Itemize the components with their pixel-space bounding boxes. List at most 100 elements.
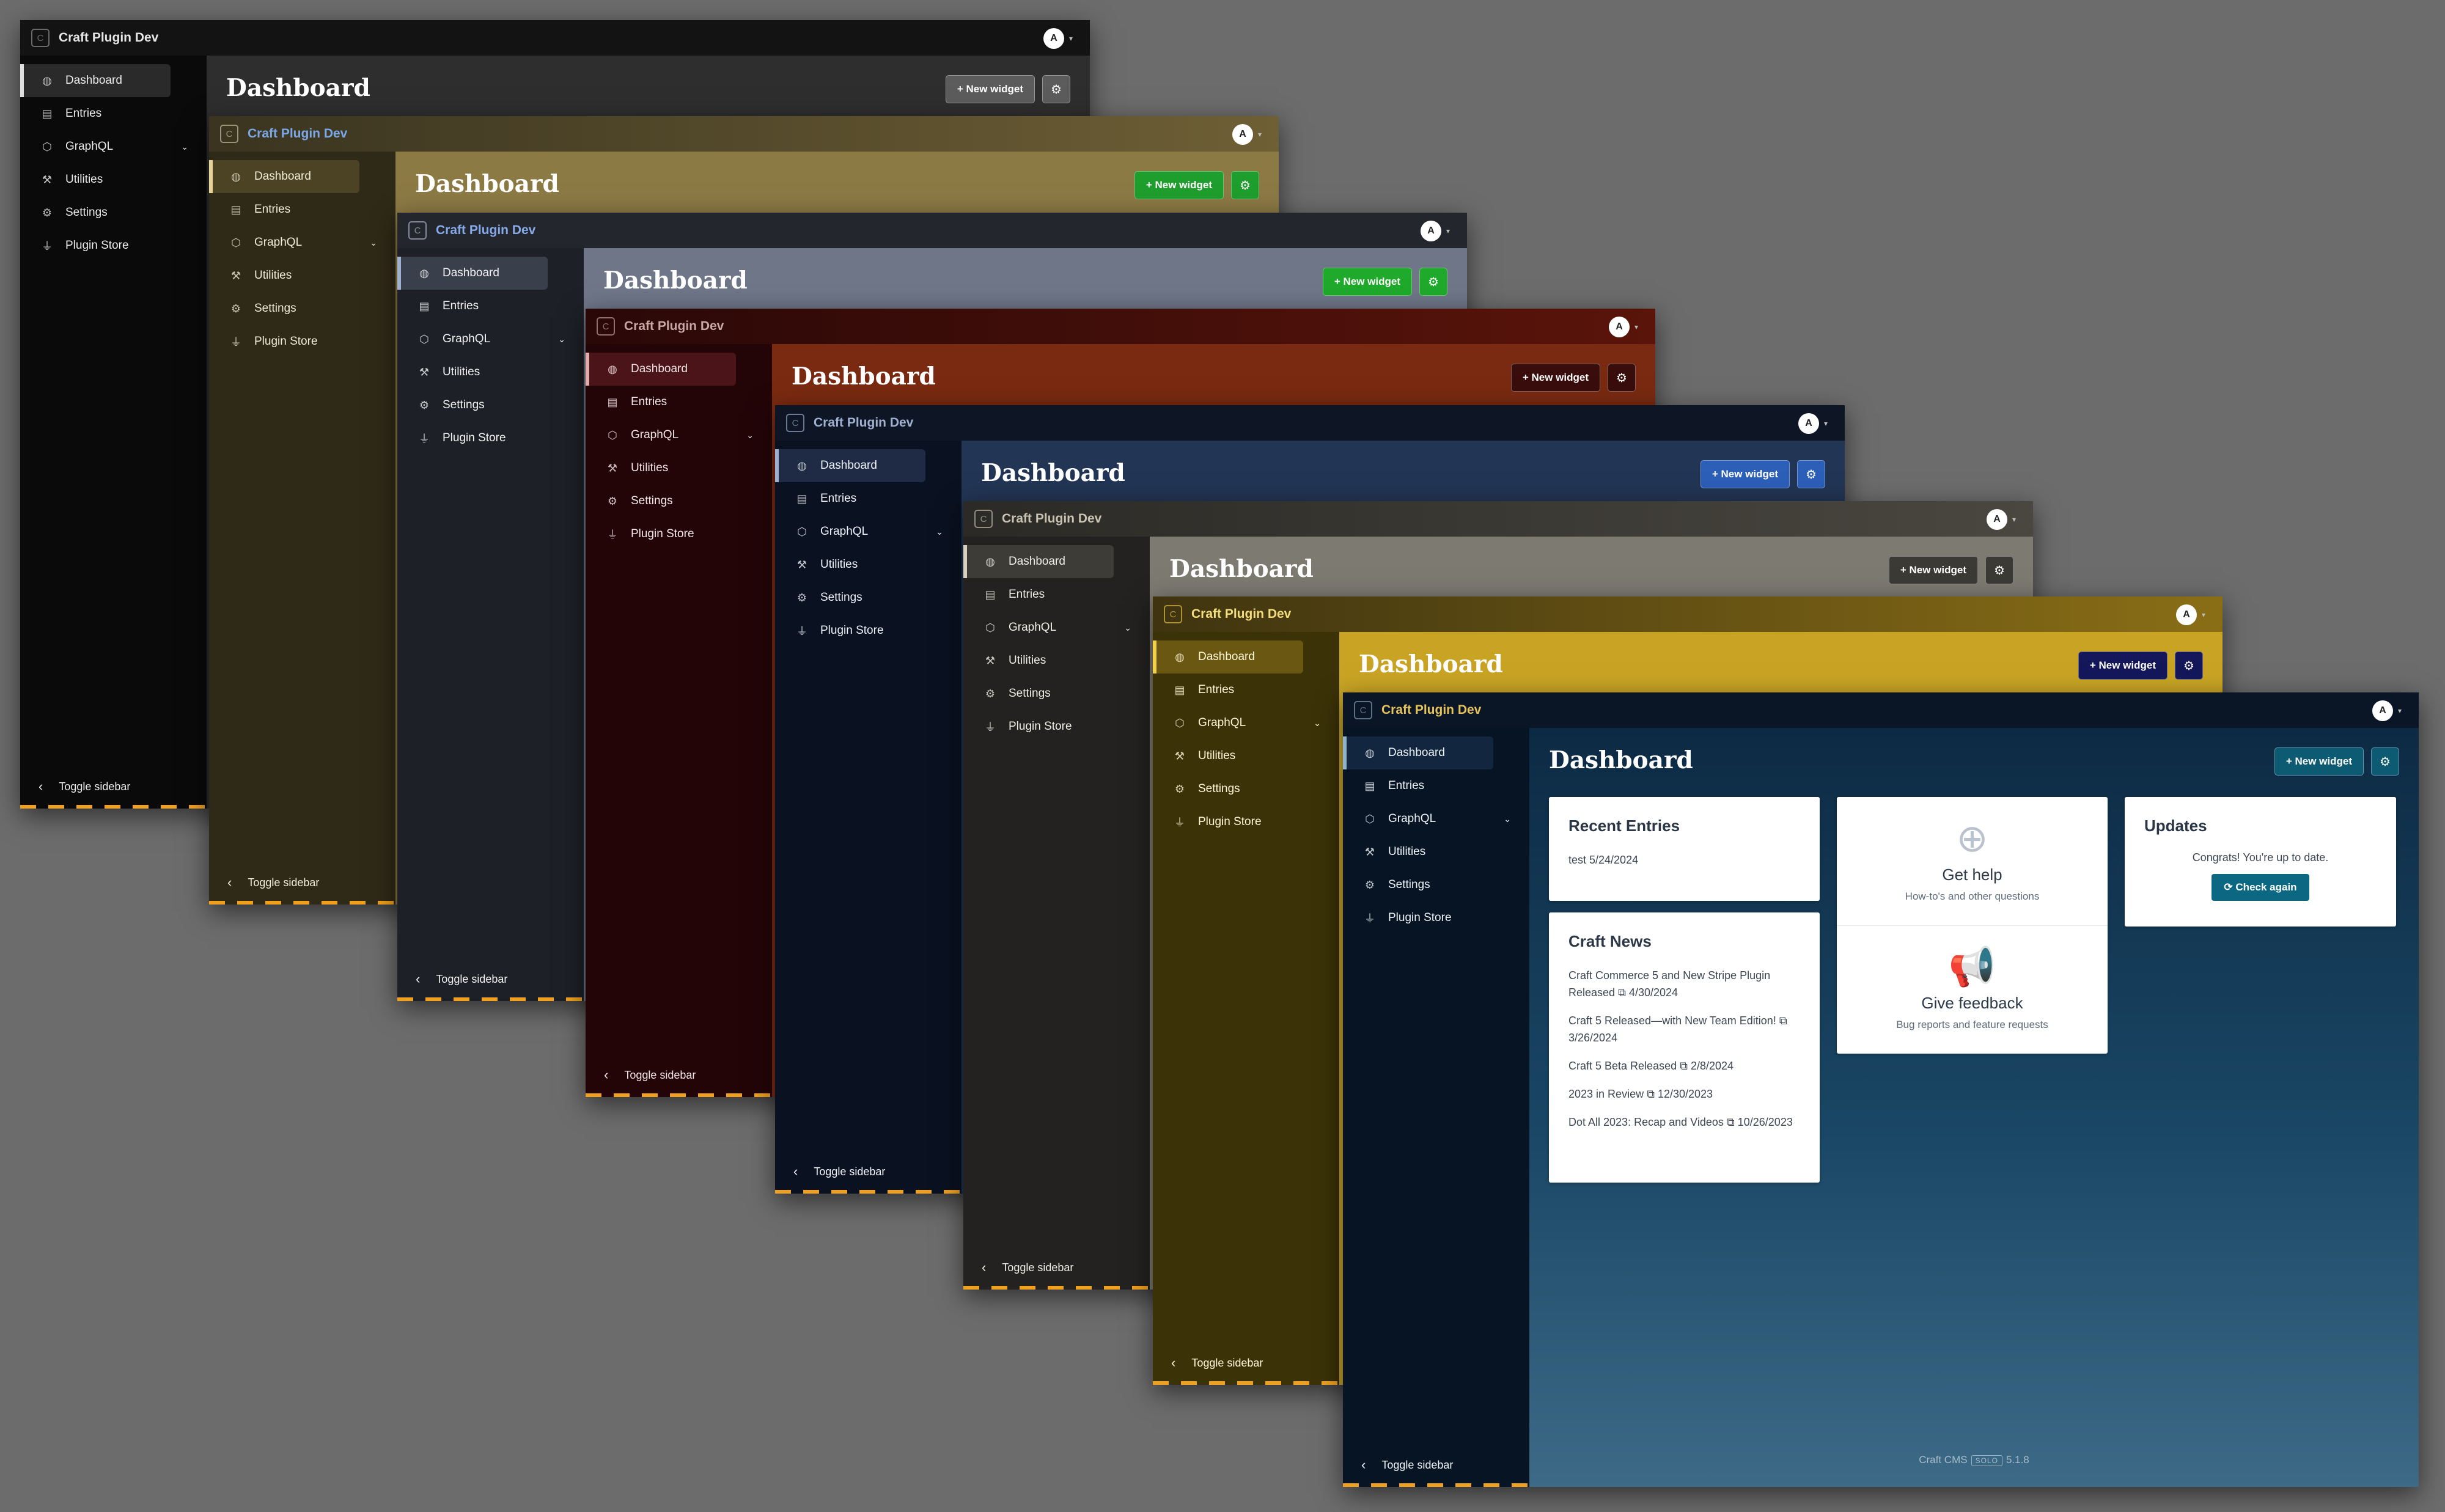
account-menu[interactable]: A ▾ [2175, 604, 2205, 625]
sidebar-item-dashboard[interactable]: ◍ Dashboard [1153, 640, 1303, 673]
toggle-sidebar-button[interactable]: ‹ Toggle sidebar [775, 1159, 961, 1184]
site-brand[interactable]: C Craft Plugin Dev [775, 405, 961, 441]
sidebar-item-utilities[interactable]: ⚒ Utilities [397, 356, 584, 389]
sidebar-item-settings[interactable]: ⚙ Settings [209, 292, 395, 325]
sidebar-item-plugin-store[interactable]: ⏚ Plugin Store [397, 422, 584, 455]
news-item[interactable]: Craft Commerce 5 and New Stripe Plugin R… [1568, 967, 1800, 1001]
sidebar-item-graphql[interactable]: ⬡ GraphQL ⌄ [963, 611, 1150, 644]
new-widget-button[interactable]: + New widget [2078, 651, 2167, 680]
sidebar-item-dashboard[interactable]: ◍ Dashboard [209, 160, 359, 193]
sidebar-item-utilities[interactable]: ⚒ Utilities [1343, 835, 1529, 868]
sidebar-item-graphql[interactable]: ⬡ GraphQL ⌄ [586, 419, 772, 452]
sidebar-item-graphql[interactable]: ⬡ GraphQL ⌄ [775, 515, 961, 548]
new-widget-button[interactable]: + New widget [1134, 171, 1224, 199]
site-brand[interactable]: C Craft Plugin Dev [20, 20, 207, 56]
site-brand[interactable]: C Craft Plugin Dev [397, 213, 584, 248]
toggle-sidebar-button[interactable]: ‹ Toggle sidebar [586, 1063, 772, 1087]
chevron-down-icon[interactable]: ⌄ [1314, 718, 1321, 728]
sidebar-item-graphql[interactable]: ⬡ GraphQL ⌄ [397, 323, 584, 356]
dashboard-settings-button[interactable]: ⚙ [1985, 556, 2013, 584]
sidebar-item-entries[interactable]: ▤ Entries [20, 97, 207, 130]
new-widget-button[interactable]: + New widget [1700, 460, 1790, 488]
sidebar-item-entries[interactable]: ▤ Entries [963, 578, 1150, 611]
sidebar-item-plugin-store[interactable]: ⏚ Plugin Store [775, 614, 961, 647]
new-widget-button[interactable]: + New widget [945, 75, 1035, 103]
dashboard-settings-button[interactable]: ⚙ [1608, 364, 1636, 392]
sidebar-item-plugin-store[interactable]: ⏚ Plugin Store [1153, 806, 1339, 839]
news-item[interactable]: Dot All 2023: Recap and Videos ⧉ 10/26/2… [1568, 1114, 1800, 1131]
sidebar-item-graphql[interactable]: ⬡ GraphQL ⌄ [209, 226, 395, 259]
new-widget-button[interactable]: + New widget [1510, 364, 1600, 392]
new-widget-button[interactable]: + New widget [1322, 268, 1412, 296]
news-item[interactable]: 2023 in Review ⧉ 12/30/2023 [1568, 1085, 1800, 1103]
dashboard-settings-button[interactable]: ⚙ [2371, 747, 2399, 776]
sidebar-item-settings[interactable]: ⚙ Settings [586, 485, 772, 518]
sidebar-item-utilities[interactable]: ⚒ Utilities [963, 644, 1150, 677]
account-menu[interactable]: A ▾ [1232, 124, 1262, 145]
dashboard-settings-button[interactable]: ⚙ [2175, 651, 2203, 680]
dashboard-settings-button[interactable]: ⚙ [1231, 171, 1259, 199]
toggle-sidebar-button[interactable]: ‹ Toggle sidebar [1343, 1453, 1529, 1477]
chevron-down-icon[interactable]: ⌄ [1504, 814, 1511, 824]
new-widget-button[interactable]: + New widget [2274, 747, 2364, 776]
sidebar-item-dashboard[interactable]: ◍ Dashboard [963, 545, 1114, 578]
sidebar-item-graphql[interactable]: ⬡ GraphQL ⌄ [1343, 802, 1529, 835]
toggle-sidebar-button[interactable]: ‹ Toggle sidebar [963, 1255, 1150, 1280]
dashboard-settings-button[interactable]: ⚙ [1042, 75, 1070, 103]
sidebar-item-settings[interactable]: ⚙ Settings [1153, 773, 1339, 806]
sidebar-item-settings[interactable]: ⚙ Settings [775, 581, 961, 614]
sidebar-item-settings[interactable]: ⚙ Settings [20, 196, 207, 229]
dashboard-settings-button[interactable]: ⚙ [1419, 268, 1447, 296]
sidebar-item-dashboard[interactable]: ◍ Dashboard [586, 353, 736, 386]
sidebar-item-plugin-store[interactable]: ⏚ Plugin Store [209, 325, 395, 358]
sidebar-item-dashboard[interactable]: ◍ Dashboard [1343, 736, 1493, 769]
sidebar-item-entries[interactable]: ▤ Entries [397, 290, 584, 323]
news-item[interactable]: Craft 5 Released—with New Team Edition! … [1568, 1012, 1800, 1046]
toggle-sidebar-button[interactable]: ‹ Toggle sidebar [209, 870, 395, 895]
sidebar-item-graphql[interactable]: ⬡ GraphQL ⌄ [20, 130, 207, 163]
sidebar-item-graphql[interactable]: ⬡ GraphQL ⌄ [1153, 706, 1339, 739]
toggle-sidebar-button[interactable]: ‹ Toggle sidebar [1153, 1351, 1339, 1375]
account-menu[interactable]: A ▾ [1043, 28, 1073, 49]
chevron-down-icon[interactable]: ⌄ [1124, 623, 1131, 633]
chevron-down-icon[interactable]: ⌄ [181, 142, 188, 152]
toggle-sidebar-button[interactable]: ‹ Toggle sidebar [20, 774, 207, 799]
sidebar-item-settings[interactable]: ⚙ Settings [963, 677, 1150, 710]
account-menu[interactable]: A ▾ [1986, 509, 2016, 530]
site-brand[interactable]: C Craft Plugin Dev [586, 309, 772, 344]
account-menu[interactable]: A ▾ [1608, 317, 1638, 337]
sidebar-item-plugin-store[interactable]: ⏚ Plugin Store [963, 710, 1150, 743]
toggle-sidebar-button[interactable]: ‹ Toggle sidebar [397, 967, 584, 991]
sidebar-item-plugin-store[interactable]: ⏚ Plugin Store [20, 229, 207, 262]
sidebar-item-settings[interactable]: ⚙ Settings [397, 389, 584, 422]
sidebar-item-dashboard[interactable]: ◍ Dashboard [20, 64, 171, 97]
sidebar-item-entries[interactable]: ▤ Entries [1343, 769, 1529, 802]
site-brand[interactable]: C Craft Plugin Dev [1153, 596, 1339, 632]
sidebar-item-plugin-store[interactable]: ⏚ Plugin Store [1343, 901, 1529, 934]
sidebar-item-utilities[interactable]: ⚒ Utilities [586, 452, 772, 485]
chevron-down-icon[interactable]: ⌄ [558, 334, 565, 345]
account-menu[interactable]: A ▾ [1798, 413, 1828, 434]
check-again-button[interactable]: ⟳ Check again [2212, 874, 2309, 901]
new-widget-button[interactable]: + New widget [1888, 556, 1978, 584]
news-item[interactable]: Craft 5 Beta Released ⧉ 2/8/2024 [1568, 1057, 1800, 1074]
account-menu[interactable]: A ▾ [2372, 700, 2402, 721]
chevron-down-icon[interactable]: ⌄ [746, 430, 754, 441]
chevron-down-icon[interactable]: ⌄ [370, 238, 377, 248]
sidebar-item-utilities[interactable]: ⚒ Utilities [775, 548, 961, 581]
sidebar-item-plugin-store[interactable]: ⏚ Plugin Store [586, 518, 772, 551]
recent-entry-link[interactable]: test 5/24/2024 [1568, 854, 1800, 867]
sidebar-item-entries[interactable]: ▤ Entries [209, 193, 395, 226]
site-brand[interactable]: C Craft Plugin Dev [209, 116, 395, 152]
site-brand[interactable]: C Craft Plugin Dev [1343, 692, 1529, 728]
sidebar-item-utilities[interactable]: ⚒ Utilities [20, 163, 207, 196]
dashboard-settings-button[interactable]: ⚙ [1797, 460, 1825, 488]
sidebar-item-settings[interactable]: ⚙ Settings [1343, 868, 1529, 901]
sidebar-item-dashboard[interactable]: ◍ Dashboard [397, 257, 548, 290]
sidebar-item-entries[interactable]: ▤ Entries [586, 386, 772, 419]
chevron-down-icon[interactable]: ⌄ [936, 527, 943, 537]
sidebar-item-entries[interactable]: ▤ Entries [775, 482, 961, 515]
sidebar-item-dashboard[interactable]: ◍ Dashboard [775, 449, 925, 482]
site-brand[interactable]: C Craft Plugin Dev [963, 501, 1150, 537]
sidebar-item-utilities[interactable]: ⚒ Utilities [1153, 739, 1339, 773]
